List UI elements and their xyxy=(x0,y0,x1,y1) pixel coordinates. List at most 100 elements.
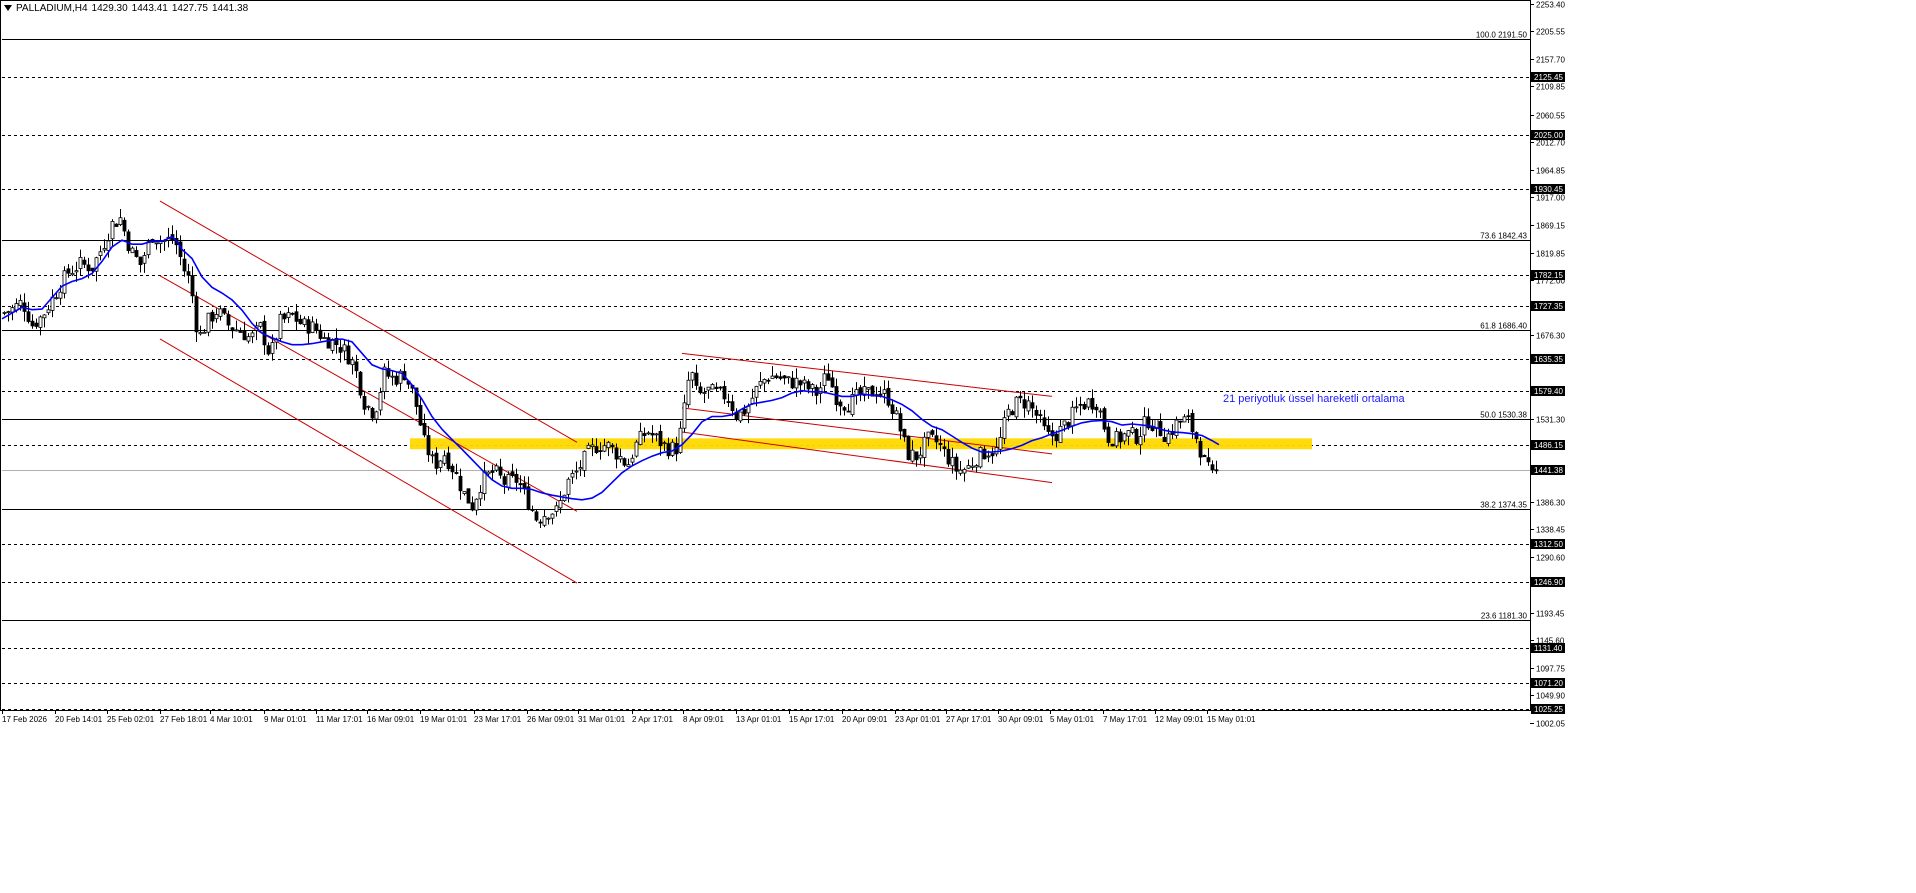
candle-body[interactable] xyxy=(366,405,371,408)
candle-body[interactable] xyxy=(830,377,835,388)
candle-body[interactable] xyxy=(354,361,359,372)
candle-body[interactable] xyxy=(1134,428,1139,444)
candle-body[interactable] xyxy=(306,319,311,334)
candle-body[interactable] xyxy=(810,384,815,389)
candle-body[interactable] xyxy=(466,488,471,504)
candle-body[interactable] xyxy=(266,345,271,355)
candle-body[interactable] xyxy=(310,321,315,333)
candle-body[interactable] xyxy=(906,436,911,461)
candle-body[interactable] xyxy=(106,240,111,251)
candle-body[interactable] xyxy=(594,446,599,453)
candle-body[interactable] xyxy=(454,472,459,474)
candle-body[interactable] xyxy=(894,410,899,415)
candle-body[interactable] xyxy=(138,256,143,266)
candle-body[interactable] xyxy=(1006,408,1011,417)
candle-body[interactable] xyxy=(974,465,979,468)
candle-body[interactable] xyxy=(146,241,151,256)
candle-body[interactable] xyxy=(322,337,327,339)
candle-body[interactable] xyxy=(1110,443,1115,447)
candle-body[interactable] xyxy=(802,379,807,384)
candle-body[interactable] xyxy=(714,386,719,389)
candle-body[interactable] xyxy=(270,342,275,354)
candle-body[interactable] xyxy=(214,314,219,320)
candle-body[interactable] xyxy=(126,231,131,251)
candle-body[interactable] xyxy=(966,465,971,469)
candle-body[interactable] xyxy=(6,311,11,314)
candle-body[interactable] xyxy=(710,384,715,390)
candle-body[interactable] xyxy=(782,375,787,379)
candle-body[interactable] xyxy=(530,509,535,511)
candle-body[interactable] xyxy=(1206,457,1211,463)
candle-body[interactable] xyxy=(678,427,683,453)
dropdown-triangle-icon[interactable] xyxy=(4,5,12,12)
candle-body[interactable] xyxy=(346,345,351,365)
candle-body[interactable] xyxy=(222,308,227,314)
candle-body[interactable] xyxy=(450,465,455,473)
candle-body[interactable] xyxy=(890,404,895,414)
chart-area[interactable]: 2253.40 2205.55 2157.70 2109.85 2060.55 2012.… xyxy=(0,0,1916,888)
candle-body[interactable] xyxy=(1014,396,1019,418)
candle-body[interactable] xyxy=(1010,411,1015,416)
candle-body[interactable] xyxy=(766,379,771,382)
candle-body[interactable] xyxy=(298,318,303,325)
candle-body[interactable] xyxy=(314,323,319,331)
candle-body[interactable] xyxy=(1198,441,1203,458)
candle-body[interactable] xyxy=(1166,433,1171,444)
candle-body[interactable] xyxy=(1022,399,1027,409)
candle-body[interactable] xyxy=(110,221,115,240)
candle-body[interactable] xyxy=(186,271,191,276)
candle-body[interactable] xyxy=(1066,422,1071,428)
candle-body[interactable] xyxy=(646,432,651,435)
candle-body[interactable] xyxy=(74,270,79,273)
candle-body[interactable] xyxy=(958,469,963,474)
candle-body[interactable] xyxy=(598,450,603,453)
candle-body[interactable] xyxy=(434,452,439,469)
candle-body[interactable] xyxy=(1098,410,1103,413)
candle-body[interactable] xyxy=(1178,420,1183,423)
candle-body[interactable] xyxy=(666,443,671,457)
candle-body[interactable] xyxy=(494,465,499,471)
candle-body[interactable] xyxy=(294,311,299,322)
descending-channel-1-lower[interactable] xyxy=(159,338,578,584)
candle-body[interactable] xyxy=(342,344,347,352)
candle-body[interactable] xyxy=(774,375,779,379)
candle-body[interactable] xyxy=(350,359,355,366)
candle-body[interactable] xyxy=(242,330,247,341)
candle-body[interactable] xyxy=(378,392,383,411)
candle-body[interactable] xyxy=(794,377,799,389)
candle-body[interactable] xyxy=(918,454,923,459)
candle-body[interactable] xyxy=(462,491,467,494)
candle-body[interactable] xyxy=(522,482,527,489)
candle-body[interactable] xyxy=(850,394,855,416)
candle-body[interactable] xyxy=(1026,400,1031,412)
candle-body[interactable] xyxy=(282,313,287,320)
candle-body[interactable] xyxy=(62,270,67,294)
candle-body[interactable] xyxy=(638,430,643,445)
candle-body[interactable] xyxy=(490,470,495,473)
candle-body[interactable] xyxy=(662,442,667,445)
candle-body[interactable] xyxy=(818,387,823,394)
candle-body[interactable] xyxy=(970,465,975,468)
candle-body[interactable] xyxy=(1122,433,1127,442)
candle-body[interactable] xyxy=(998,436,1003,450)
candle-body[interactable] xyxy=(1138,436,1143,446)
candle-body[interactable] xyxy=(650,432,655,436)
candle-body[interactable] xyxy=(962,468,967,474)
candle-body[interactable] xyxy=(762,378,767,384)
candle-body[interactable] xyxy=(182,258,187,272)
candle-body[interactable] xyxy=(1114,431,1119,447)
candle-body[interactable] xyxy=(754,386,759,398)
candle-body[interactable] xyxy=(202,331,207,334)
candle-body[interactable] xyxy=(1182,416,1187,423)
candle-body[interactable] xyxy=(722,386,727,400)
candle-body[interactable] xyxy=(474,498,479,511)
candle-body[interactable] xyxy=(318,329,323,339)
candle-body[interactable] xyxy=(1130,427,1135,433)
candle-body[interactable] xyxy=(338,347,343,353)
candle-body[interactable] xyxy=(1162,436,1167,442)
candle-body[interactable] xyxy=(154,242,159,245)
candle-body[interactable] xyxy=(358,371,363,396)
candle-body[interactable] xyxy=(938,442,943,445)
candle-body[interactable] xyxy=(518,483,523,486)
candle-body[interactable] xyxy=(510,471,515,476)
